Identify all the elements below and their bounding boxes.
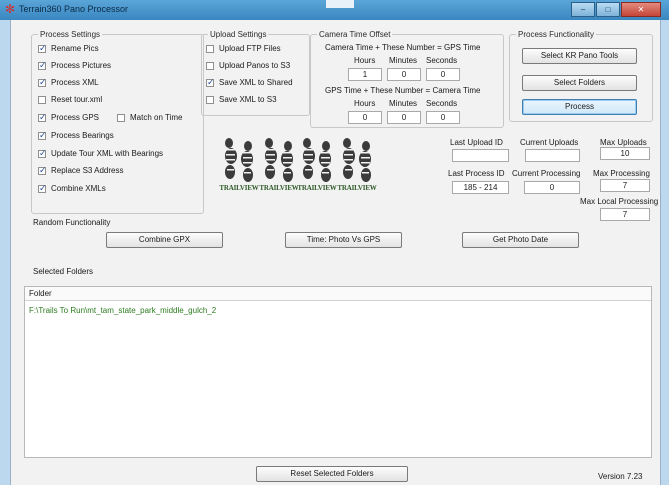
checkbox-box[interactable] bbox=[117, 113, 125, 122]
max-local-processing-label: Max Local Processing bbox=[580, 197, 659, 206]
row2-hours-input[interactable]: 0 bbox=[348, 111, 382, 124]
camera-offset-title: Camera Time Offset bbox=[317, 30, 393, 39]
reset-selected-folders-button[interactable]: Reset Selected Folders bbox=[256, 466, 408, 482]
current-uploads-field[interactable] bbox=[525, 149, 580, 162]
checkbox-label: Rename Pics bbox=[51, 44, 99, 53]
checkbox-box[interactable] bbox=[38, 165, 47, 176]
row2-hours-label: Hours bbox=[354, 99, 376, 108]
trailview-wordmark: TRAILVIEW bbox=[297, 184, 337, 192]
footprint-icon bbox=[218, 136, 260, 186]
current-processing-label: Current Processing bbox=[512, 169, 581, 178]
max-processing-field[interactable]: 7 bbox=[600, 179, 650, 192]
folder-column-header[interactable]: Folder bbox=[25, 287, 651, 301]
process-settings-checkbox-5[interactable]: Process Bearings bbox=[38, 130, 114, 141]
process-settings-checkbox-4[interactable]: Process GPS bbox=[38, 112, 100, 123]
window-controls: – □ ✕ bbox=[570, 2, 661, 17]
select-folders-button[interactable]: Select Folders bbox=[522, 75, 637, 91]
process-settings-checkbox-8[interactable]: Combine XMLs bbox=[38, 183, 106, 194]
max-local-processing-field[interactable]: 7 bbox=[600, 208, 650, 221]
last-process-id-field[interactable]: 185 - 214 bbox=[452, 181, 509, 194]
process-functionality-title: Process Functionality bbox=[516, 30, 597, 39]
trailview-logo: TRAILVIEW bbox=[336, 136, 378, 204]
checkbox-label: Match on Time bbox=[130, 113, 183, 122]
combine-gpx-button[interactable]: Combine GPX bbox=[106, 232, 223, 248]
trailview-wordmark: TRAILVIEW bbox=[219, 184, 259, 192]
window-title: Terrain360 Pano Processor bbox=[19, 4, 129, 14]
current-processing-field[interactable]: 0 bbox=[524, 181, 580, 194]
process-settings-title: Process Settings bbox=[38, 30, 103, 39]
trailview-wordmark: TRAILVIEW bbox=[259, 184, 299, 192]
row1-minutes-input[interactable]: 0 bbox=[387, 68, 421, 81]
trailview-logo: TRAILVIEW bbox=[218, 136, 260, 204]
max-uploads-field[interactable]: 10 bbox=[600, 147, 650, 160]
trailview-logo: TRAILVIEW bbox=[296, 136, 338, 204]
row1-seconds-input[interactable]: 0 bbox=[426, 68, 460, 81]
get-photo-date-button[interactable]: Get Photo Date bbox=[462, 232, 579, 248]
footprint-icon bbox=[258, 136, 300, 186]
process-settings-checkbox-1[interactable]: Process Pictures bbox=[38, 60, 112, 71]
footprint-icon bbox=[336, 136, 378, 186]
checkbox-box[interactable] bbox=[38, 77, 47, 88]
checkbox-label: Combine XMLs bbox=[51, 184, 106, 193]
footprint-icon bbox=[296, 136, 338, 186]
checkbox-box[interactable] bbox=[38, 95, 46, 104]
selected-folders-list[interactable]: Folder F:\Trails To Run\mt_tam_state_par… bbox=[24, 286, 652, 458]
window-border-left bbox=[0, 20, 10, 485]
checkbox-label: Update Tour XML with Bearings bbox=[51, 149, 164, 158]
max-uploads-label: Max Uploads bbox=[600, 138, 647, 147]
checkbox-label: Process XML bbox=[51, 78, 99, 87]
checkbox-label: Process GPS bbox=[51, 113, 100, 122]
checkbox-box[interactable] bbox=[38, 60, 47, 71]
row2-minutes-label: Minutes bbox=[389, 99, 418, 108]
process-settings-checkbox-0[interactable]: Rename Pics bbox=[38, 43, 99, 54]
checkbox-label: Process Pictures bbox=[51, 61, 112, 70]
checkbox-box[interactable] bbox=[38, 183, 47, 194]
row2-minutes-input[interactable]: 0 bbox=[387, 111, 421, 124]
process-settings-checkbox-6[interactable]: Update Tour XML with Bearings bbox=[38, 148, 164, 159]
close-button[interactable]: ✕ bbox=[621, 2, 661, 17]
time-photo-vs-gps-button[interactable]: Time: Photo Vs GPS bbox=[285, 232, 402, 248]
title-bar-center-mark bbox=[326, 0, 354, 8]
selected-folders-title: Selected Folders bbox=[33, 267, 94, 276]
folder-column-label: Folder bbox=[29, 289, 52, 298]
match-on-time-checkbox[interactable]: Match on Time bbox=[117, 113, 182, 122]
upload-settings-title: Upload Settings bbox=[208, 30, 269, 39]
process-settings-checkbox-2[interactable]: Process XML bbox=[38, 77, 99, 88]
camera-row2-caption: GPS Time + These Number = Camera Time bbox=[325, 86, 481, 95]
minimize-button[interactable]: – bbox=[571, 2, 595, 17]
random-functionality-title: Random Functionality bbox=[33, 218, 111, 227]
row1-hours-input[interactable]: 1 bbox=[348, 68, 382, 81]
last-upload-id-field[interactable] bbox=[452, 149, 509, 162]
checkbox-label: Replace S3 Address bbox=[51, 166, 124, 175]
trailview-logo: TRAILVIEW bbox=[258, 136, 300, 204]
checkbox-label: Reset tour.xml bbox=[51, 95, 103, 104]
folder-list-item[interactable]: F:\Trails To Run\mt_tam_state_park_middl… bbox=[29, 306, 216, 315]
current-uploads-label: Current Uploads bbox=[520, 138, 579, 147]
title-bar[interactable]: ✻ Terrain360 Pano Processor – □ ✕ bbox=[0, 0, 669, 20]
checkbox-box[interactable] bbox=[38, 148, 47, 159]
max-processing-label: Max Processing bbox=[593, 169, 650, 178]
row1-seconds-label: Seconds bbox=[426, 56, 458, 65]
upload-settings-group: Upload Settings bbox=[201, 30, 310, 116]
row2-seconds-label: Seconds bbox=[426, 99, 458, 108]
process-settings-checkbox-3[interactable]: Reset tour.xml bbox=[38, 95, 102, 104]
camera-row1-caption: Camera Time + These Number = GPS Time bbox=[325, 43, 481, 52]
last-process-id-label: Last Process ID bbox=[448, 169, 505, 178]
process-button[interactable]: Process bbox=[522, 99, 637, 115]
last-upload-id-label: Last Upload ID bbox=[450, 138, 503, 147]
checkbox-label: Process Bearings bbox=[51, 131, 114, 140]
checkbox-box[interactable] bbox=[38, 43, 47, 54]
app-icon: ✻ bbox=[5, 2, 16, 16]
checkbox-box[interactable] bbox=[38, 112, 47, 123]
maximize-button[interactable]: □ bbox=[596, 2, 620, 17]
select-kr-pano-tools-button[interactable]: Select KR Pano Tools bbox=[522, 48, 637, 64]
row1-hours-label: Hours bbox=[354, 56, 376, 65]
row2-seconds-input[interactable]: 0 bbox=[426, 111, 460, 124]
trailview-wordmark: TRAILVIEW bbox=[337, 184, 377, 192]
version-label: Version 7.23 bbox=[598, 472, 643, 481]
checkbox-box[interactable] bbox=[38, 130, 47, 141]
process-settings-checkbox-7[interactable]: Replace S3 Address bbox=[38, 165, 124, 176]
row1-minutes-label: Minutes bbox=[389, 56, 418, 65]
